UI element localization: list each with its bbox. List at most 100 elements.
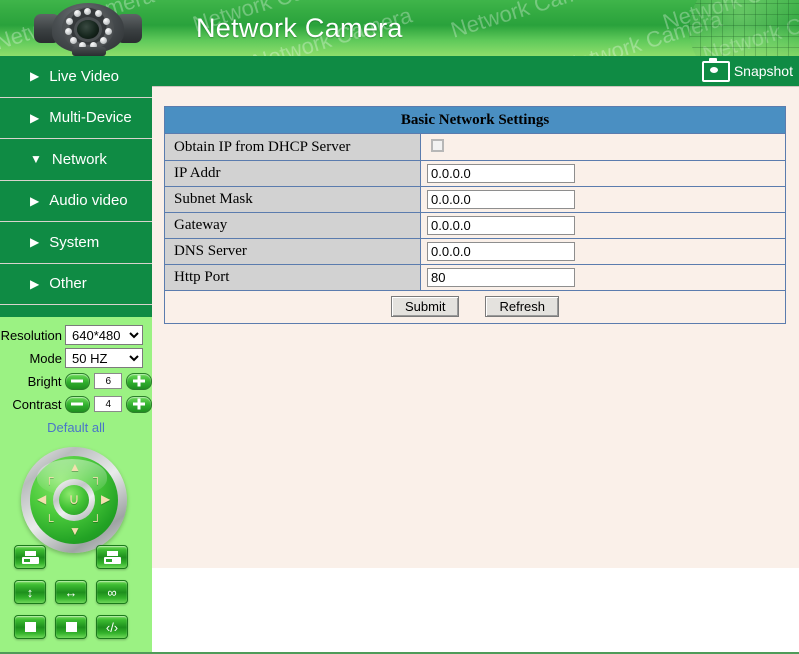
- http-port-cell: [420, 264, 786, 291]
- table-actions-cell: Submit Refresh: [164, 290, 786, 324]
- chevron-right-icon: ▶: [30, 110, 40, 125]
- preset-left-button[interactable]: [14, 545, 46, 569]
- infinity-icon: ∞: [107, 584, 117, 600]
- mode-row: Mode 50 HZ: [0, 348, 152, 368]
- sidebar-nav: ▶ Live Video ▶ Multi-Device ▼ Network ▶ …: [0, 56, 152, 317]
- table-row: Gateway: [164, 212, 786, 239]
- contrast-row: Contrast 4: [0, 394, 153, 414]
- sidebar-item-audio-video[interactable]: ▶ Audio video: [0, 181, 152, 222]
- http-port-input[interactable]: [427, 268, 575, 287]
- bright-value: 6: [94, 373, 123, 389]
- gateway-cell: [420, 212, 786, 239]
- table-actions-row: Submit Refresh: [164, 290, 786, 324]
- camera-control-panel: Resolution 640*480 Mode 50 HZ Bright 6 C…: [0, 317, 153, 654]
- main-content: Basic Network Settings Obtain IP from DH…: [152, 87, 799, 568]
- dhcp-label: Obtain IP from DHCP Server: [164, 133, 421, 161]
- chevron-right-icon: ▶: [30, 276, 40, 291]
- pan-up-right-arrow-icon[interactable]: ┐: [93, 471, 102, 483]
- chevron-right-icon: ▶: [30, 235, 40, 250]
- dhcp-checkbox[interactable]: [431, 139, 444, 152]
- pan-down-right-arrow-icon[interactable]: ┘: [93, 515, 102, 527]
- table-row: Subnet Mask: [164, 186, 786, 213]
- pan-up-left-arrow-icon[interactable]: ┌: [45, 471, 54, 483]
- bright-decrease-button[interactable]: [64, 372, 91, 390]
- ptz-joystick[interactable]: ▲ ▼ ◀ ▶ ┌ ┐ └ ┘ ∪: [21, 447, 127, 553]
- sidebar-item-label: Other: [49, 275, 87, 293]
- subnet-mask-label: Subnet Mask: [164, 186, 421, 213]
- bright-label: Bright: [27, 373, 62, 389]
- bright-increase-button[interactable]: [126, 372, 153, 390]
- contrast-increase-button[interactable]: [126, 395, 153, 413]
- pan-left-arrow-icon[interactable]: ◀: [37, 493, 46, 505]
- chevron-right-icon: ▶: [30, 69, 40, 84]
- dns-server-cell: [420, 238, 786, 265]
- mode-select[interactable]: 50 HZ: [65, 348, 143, 368]
- preset-right-icon: [103, 550, 121, 564]
- sidebar-item-multi-device[interactable]: ▶ Multi-Device: [0, 98, 152, 139]
- snapshot-label: Snapshot: [733, 63, 793, 79]
- io-alarm-button[interactable]: ‹/›: [96, 615, 128, 639]
- sidebar-item-label: Audio video: [49, 192, 128, 210]
- contrast-decrease-button[interactable]: [64, 395, 91, 413]
- resolution-label: Resolution: [0, 327, 62, 343]
- joystick-center-button[interactable]: ∪: [53, 479, 95, 521]
- submit-button[interactable]: Submit: [391, 296, 460, 317]
- pan-right-arrow-icon[interactable]: ▶: [101, 493, 110, 505]
- sidebar-item-label: Network: [51, 150, 107, 168]
- left-right-arrow-icon: ↔: [64, 584, 78, 600]
- ip-addr-input[interactable]: [427, 164, 575, 183]
- table-row: IP Addr: [164, 160, 786, 187]
- chevron-down-icon: ▼: [30, 152, 42, 167]
- chevron-right-icon: ▶: [30, 193, 40, 208]
- loop-patrol-button[interactable]: ∞: [96, 580, 128, 604]
- sidebar-item-label: Live Video: [49, 67, 120, 85]
- table-row: Obtain IP from DHCP Server: [164, 133, 786, 161]
- stop-horizontal-button[interactable]: [55, 615, 87, 639]
- camera-icon: [701, 57, 730, 82]
- gateway-input[interactable]: [427, 216, 575, 235]
- table-title: Basic Network Settings: [164, 106, 786, 134]
- ip-camera-icon: [34, 1, 142, 56]
- up-down-arrow-icon: ↕: [26, 584, 34, 600]
- resolution-select[interactable]: 640*480: [65, 325, 143, 345]
- horizontal-patrol-button[interactable]: ↔: [55, 580, 87, 604]
- default-all-link[interactable]: Default all: [0, 420, 152, 435]
- pan-down-arrow-icon[interactable]: ▼: [69, 525, 81, 537]
- refresh-button[interactable]: Refresh: [485, 296, 559, 317]
- stop-square-icon: [24, 622, 36, 632]
- table-title-row: Basic Network Settings: [164, 106, 786, 134]
- subnet-mask-input[interactable]: [427, 190, 575, 209]
- preset-left-icon: [21, 550, 39, 564]
- resolution-row: Resolution 640*480: [0, 325, 152, 345]
- sidebar-item-network[interactable]: ▼ Network: [0, 139, 152, 181]
- table-row: DNS Server: [164, 238, 786, 265]
- ip-addr-cell: [420, 160, 786, 187]
- gateway-label: Gateway: [164, 212, 421, 239]
- bright-row: Bright 6: [0, 371, 153, 391]
- sidebar-item-label: Multi-Device: [49, 109, 132, 127]
- globe-grid-icon: [689, 0, 799, 56]
- pan-up-arrow-icon[interactable]: ▲: [69, 461, 81, 473]
- dns-server-input[interactable]: [427, 242, 575, 261]
- stop-vertical-button[interactable]: [14, 615, 46, 639]
- stop-square-icon: [65, 622, 77, 632]
- pan-down-left-arrow-icon[interactable]: └: [45, 515, 54, 527]
- page-header: Network Camera Network Camera Network Ca…: [0, 0, 799, 56]
- preset-right-button[interactable]: [96, 545, 128, 569]
- page-title: Network Camera: [196, 13, 403, 43]
- http-port-label: Http Port: [164, 264, 421, 291]
- page-root: Network Camera Network Camera Network Ca…: [0, 0, 799, 654]
- joystick-center-glyph: ∪: [68, 490, 80, 508]
- dns-server-label: DNS Server: [164, 238, 421, 265]
- basic-network-settings-table: Basic Network Settings Obtain IP from DH…: [164, 106, 786, 324]
- sidebar-item-other[interactable]: ▶ Other: [0, 264, 152, 305]
- top-action-bar: Snapshot: [152, 56, 799, 87]
- sidebar-item-system[interactable]: ▶ System: [0, 222, 152, 264]
- vertical-patrol-button[interactable]: ↕: [14, 580, 46, 604]
- watermark-text: Network Camera: [447, 0, 613, 43]
- contrast-label: Contrast: [12, 396, 62, 412]
- sidebar-item-live-video[interactable]: ▶ Live Video: [0, 56, 152, 98]
- snapshot-button[interactable]: Snapshot: [701, 57, 793, 82]
- subnet-mask-cell: [420, 186, 786, 213]
- dhcp-cell: [420, 133, 786, 161]
